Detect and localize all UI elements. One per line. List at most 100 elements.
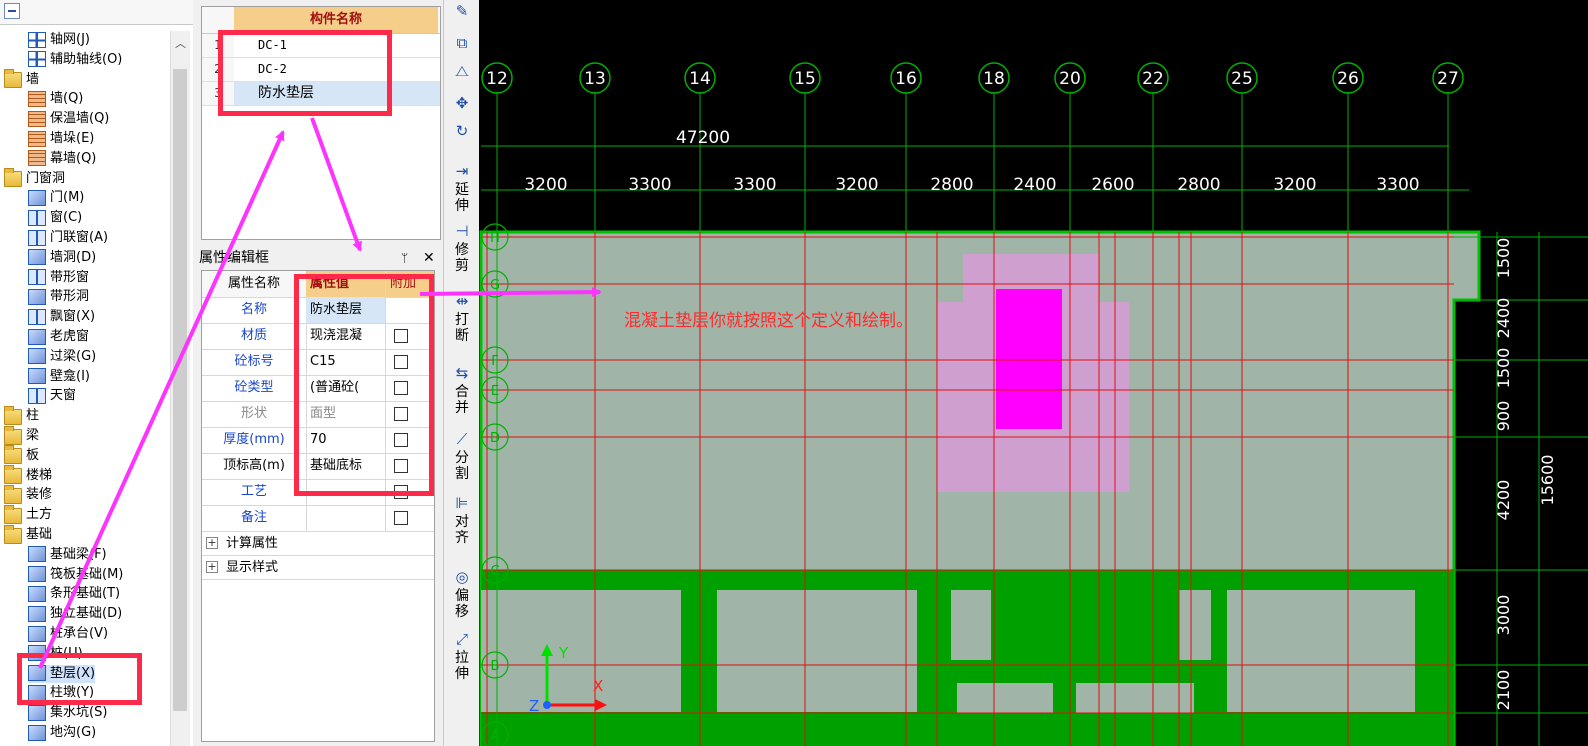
rotate-icon[interactable]: ↻ [448, 122, 476, 140]
tree-item[interactable]: 集水坑(S) [28, 704, 107, 722]
property-extra [386, 505, 434, 531]
tree-item[interactable]: 门(M) [28, 189, 84, 207]
tool-label[interactable]: 偏 移 [448, 588, 476, 620]
tree-item[interactable]: 轴网(J) [28, 31, 90, 49]
merge-icon[interactable]: ⇆ [448, 364, 476, 382]
window-icon [28, 209, 46, 226]
tree-item-label: 窗(C) [50, 210, 83, 226]
tree-folder[interactable]: 门窗洞 [4, 168, 65, 188]
brush-icon[interactable]: ✎ [448, 2, 476, 20]
tree-folder[interactable]: 基础 [4, 524, 53, 544]
tree-item-label: 辅助轴线(O) [50, 51, 123, 67]
property-name: 形状 [202, 401, 307, 427]
foundation-beam-icon [28, 546, 46, 563]
tree-item[interactable]: 独立基础(D) [28, 605, 122, 623]
strip-window-icon [28, 269, 46, 286]
span-dimension: 3200 [524, 175, 567, 195]
tree-item[interactable]: 地沟(G) [28, 724, 96, 742]
tree-item[interactable]: 飘窗(X) [28, 308, 95, 326]
drawing-canvas[interactable]: 12 13 14 15 16 18 20 22 25 26 27 47200 3200 3300 3300 3… [479, 0, 1588, 746]
highlight-component-list [218, 30, 392, 116]
tree-item[interactable]: 墙(Q) [28, 90, 83, 108]
tool-label[interactable]: 打 断 [448, 312, 476, 344]
tree-folder[interactable]: 板 [4, 445, 39, 465]
break-icon[interactable]: ⇹ [448, 292, 476, 310]
ucs-y-label: Y [558, 644, 569, 662]
tree-item[interactable]: 过梁(G) [28, 348, 96, 366]
tool-label[interactable]: 分 割 [448, 450, 476, 482]
raft-foundation-icon [28, 566, 46, 583]
tree-item[interactable]: 筏板基础(M) [28, 566, 123, 584]
tree-item-label: 老虎窗 [50, 329, 90, 344]
tree-folder[interactable]: 梁 [4, 425, 39, 445]
property-name: 砼类型 [202, 375, 307, 401]
tree-folder[interactable]: 楼梯 [4, 465, 52, 485]
ucs-origin [543, 701, 551, 709]
stretch-icon[interactable]: ⤢ [448, 630, 476, 648]
tree-item[interactable]: 带形洞 [28, 288, 89, 306]
dormer-icon [28, 328, 46, 345]
tree-toolbar [0, 0, 193, 25]
col-property-name: 属性名称 [202, 271, 307, 297]
axis-label: 27 [1437, 69, 1459, 89]
expand-icon[interactable]: + [206, 561, 218, 573]
extend-icon[interactable]: ⇥ [448, 162, 476, 180]
tool-label[interactable]: 拉 伸 [448, 650, 476, 682]
copy-icon[interactable]: ⧉ [448, 34, 476, 52]
strip-hole-icon [28, 288, 46, 305]
trim-icon[interactable]: ⊣ [448, 222, 476, 240]
tree-item-label: 独立基础(D) [50, 606, 123, 622]
tree-item[interactable]: 窗(C) [28, 209, 82, 227]
property-group-row[interactable]: + 显示样式 [202, 555, 434, 580]
right-dimension: 2400 [1494, 298, 1513, 339]
tree-item[interactable]: 墙洞(D) [28, 249, 96, 267]
tree-item[interactable]: 辅助轴线(O) [28, 51, 122, 69]
insulation-wall-icon [28, 110, 46, 127]
tree-item[interactable]: 带形窗 [28, 269, 89, 287]
tree-item-label: 基础 [26, 527, 53, 542]
align-icon[interactable]: ⊫ [448, 494, 476, 512]
tree-item[interactable]: 桩承台(V) [28, 625, 108, 643]
offset-icon[interactable]: ◎ [448, 568, 476, 586]
axis-label: 15 [794, 69, 816, 89]
tree-item[interactable]: 老虎窗 [28, 328, 89, 346]
tree-item-label: 土方 [26, 507, 53, 523]
tree-scrollbar[interactable]: ︿ [170, 31, 190, 746]
cad-drawing[interactable]: 12 13 14 15 16 18 20 22 25 26 27 47200 3200 3300 3300 3… [479, 0, 1588, 746]
expand-icon[interactable]: + [206, 537, 218, 549]
skylight-icon [28, 387, 46, 404]
extra-checkbox[interactable] [394, 511, 408, 525]
property-row[interactable]: 备注 [202, 505, 434, 532]
tree-folder[interactable]: 柱 [4, 405, 40, 425]
property-group-row[interactable]: + 计算属性 [202, 531, 434, 556]
close-icon[interactable]: ✕ [423, 249, 435, 267]
tree-item[interactable]: 天窗 [28, 387, 76, 405]
split-icon[interactable]: ⟋ [448, 430, 476, 448]
tree-item-label: 柱 [26, 408, 40, 424]
property-name: 名称 [202, 297, 307, 323]
tool-label[interactable]: 修 剪 [448, 242, 476, 274]
tree-item[interactable]: 壁龛(I) [28, 368, 90, 386]
tool-label[interactable]: 延 伸 [448, 182, 476, 214]
tree-item[interactable]: 幕墙(Q) [28, 150, 96, 168]
property-value[interactable] [306, 505, 386, 531]
tool-label[interactable]: 对 齐 [448, 514, 476, 546]
tree-folder[interactable]: 墙 [4, 69, 39, 89]
scrollbar-thumb[interactable] [173, 69, 187, 711]
tree-item[interactable]: 墙垛(E) [28, 130, 94, 148]
tree-item[interactable]: 保温墙(Q) [28, 110, 109, 128]
collapse-all-icon[interactable] [4, 3, 20, 19]
span-dimension: 2800 [930, 175, 973, 195]
tree-item[interactable]: 条形基础(T) [28, 585, 120, 603]
tree-folder[interactable]: 装修 [4, 484, 52, 504]
right-dimension: 2100 [1494, 670, 1513, 711]
tool-label[interactable]: 合 并 [448, 384, 476, 416]
tree-item[interactable]: 门联窗(A) [28, 229, 108, 247]
row-label: H [490, 231, 500, 246]
scroll-up-icon[interactable]: ︿ [175, 35, 186, 51]
mirror-icon[interactable]: ⧍ [448, 62, 476, 80]
pin-icon[interactable]: ᛘ [401, 249, 408, 267]
tree-item[interactable]: 基础梁(F) [28, 546, 107, 564]
move-icon[interactable]: ✥ [448, 94, 476, 112]
tree-folder[interactable]: 土方 [4, 504, 53, 524]
